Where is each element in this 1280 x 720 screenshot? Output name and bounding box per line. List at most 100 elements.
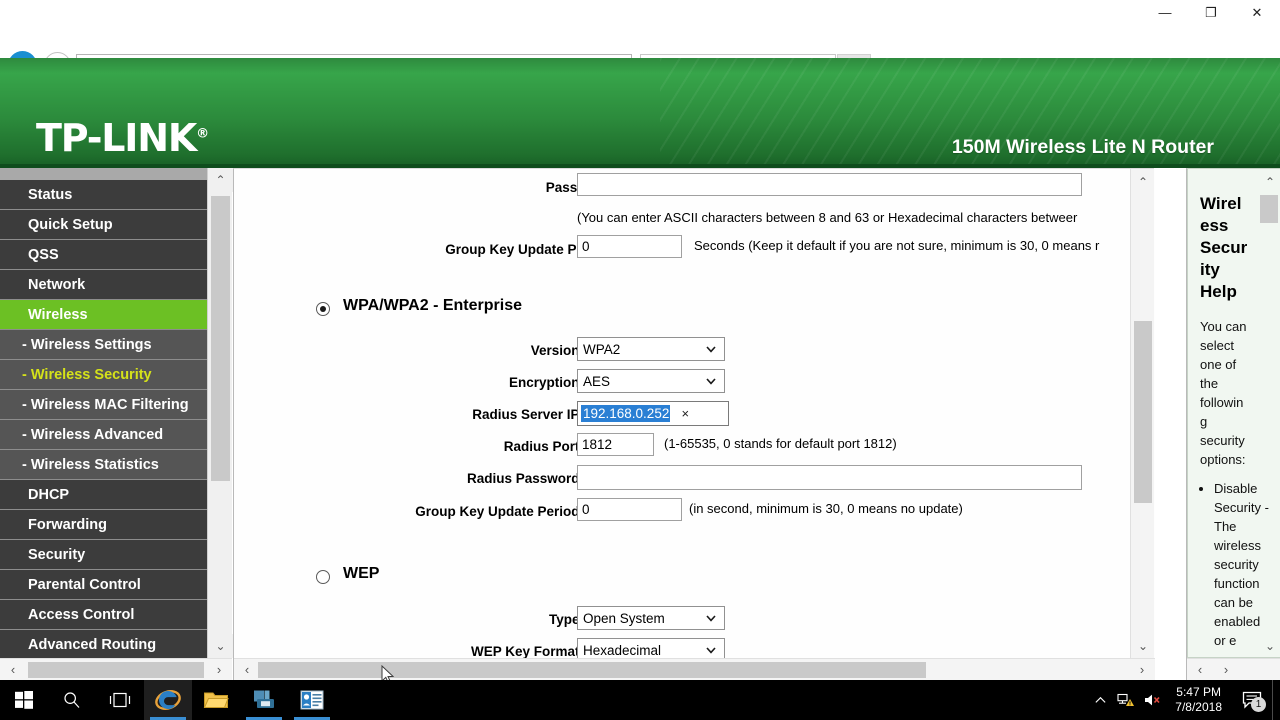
wep-type-select[interactable]: Open System [577, 606, 725, 630]
sidebar-item-qss[interactable]: QSS [0, 240, 207, 270]
task-view-button[interactable] [96, 680, 144, 720]
taskbar-internet-explorer[interactable] [144, 680, 192, 720]
group-key-update-period-enterprise-input[interactable]: 0 [577, 498, 682, 521]
sidebar-item-status[interactable]: Status [0, 180, 207, 210]
sidebar-vertical-scrollbar[interactable]: ⌃ ⌄ [207, 168, 233, 658]
taskbar-outlook-app[interactable] [288, 680, 336, 720]
task-view-icon [109, 692, 131, 708]
window-controls: — ❐ ✕ [1142, 0, 1280, 24]
sidebar-item-advanced-routing[interactable]: Advanced Routing [0, 630, 207, 658]
sidebar-item-wireless-advanced[interactable]: - Wireless Advanced [0, 420, 207, 450]
wep-key-format-select[interactable]: Hexadecimal [577, 638, 725, 659]
wep-type-select-value: Open System [583, 610, 665, 626]
group-key-update-period-psk-input[interactable]: 0 [577, 235, 682, 258]
clear-field-icon[interactable]: × [678, 406, 692, 421]
volume-icon[interactable] [1139, 680, 1165, 720]
sidebar-item-parental-control[interactable]: Parental Control [0, 570, 207, 600]
version-select[interactable]: WPA2 [577, 337, 725, 361]
chevron-down-icon [706, 647, 716, 654]
action-center-button[interactable]: 1 [1232, 680, 1272, 720]
encryption-select[interactable]: AES [577, 369, 725, 393]
sidebar-item-wireless-mac-filtering[interactable]: - Wireless MAC Filtering [0, 390, 207, 420]
sidebar-menu: Status Quick Setup QSS Network Wireless … [0, 168, 207, 658]
group-key-update-period-psk-label: Group Key Update Period: [445, 242, 614, 257]
content-hscrollbar-thumb[interactable] [258, 662, 926, 678]
content-panel: Password: (You can enter ASCII character… [233, 168, 1155, 680]
sidebar-item-dhcp[interactable]: DHCP [0, 480, 207, 510]
radius-port-hint: (1-65535, 0 stands for default port 1812… [664, 436, 897, 451]
chevron-up-icon [1095, 696, 1106, 703]
sidebar-item-wireless-security[interactable]: - Wireless Security [0, 360, 207, 390]
start-button[interactable] [0, 680, 48, 720]
content-horizontal-scrollbar[interactable]: ‹ › [234, 658, 1155, 680]
sidebar-hscrollbar-thumb[interactable] [28, 661, 204, 678]
sidebar-hscroll-left-icon[interactable]: ‹ [0, 662, 26, 677]
radius-server-ip-label: Radius Server IP: [472, 407, 584, 422]
sidebar-item-wireless[interactable]: Wireless [0, 300, 207, 330]
help-vertical-scrollbar[interactable]: ⌃ ⌄ [1258, 169, 1280, 657]
wep-radio[interactable] [316, 570, 330, 584]
tplink-logo-text: TP-LINK [36, 116, 197, 160]
tplink-header-banner: TP-LINK® 150M Wireless Lite N Router Mod… [0, 58, 1280, 168]
content-vertical-scrollbar[interactable]: ⌃ ⌄ [1130, 169, 1154, 659]
taskbar-search-button[interactable] [48, 680, 96, 720]
help-hscroll-left-icon[interactable]: ‹ [1187, 662, 1213, 677]
notification-count-badge: 1 [1251, 697, 1266, 712]
volume-muted-icon [1145, 694, 1160, 706]
taskbar-printer-app[interactable] [240, 680, 288, 720]
minimize-button[interactable]: — [1142, 0, 1188, 24]
taskbar-file-explorer[interactable] [192, 680, 240, 720]
help-scrollbar-thumb[interactable] [1260, 195, 1278, 223]
network-status-icon[interactable] [1113, 680, 1139, 720]
help-hscroll-right-icon[interactable]: › [1213, 662, 1239, 677]
sidebar-item-access-control[interactable]: Access Control [0, 600, 207, 630]
sidebar-horizontal-scrollbar[interactable]: ‹ › [0, 658, 232, 680]
wep-key-format-select-value: Hexadecimal [583, 642, 662, 658]
windows-taskbar: 5:47 PM 7/8/2018 1 [0, 680, 1280, 720]
internet-explorer-icon [155, 690, 181, 710]
product-name: 150M Wireless Lite N Router [951, 136, 1214, 158]
navigation-bar: http://192.168.0.250/ ▼ [0, 24, 1280, 80]
password-input[interactable] [577, 173, 1082, 196]
content-scrollbar-thumb[interactable] [1134, 321, 1152, 503]
radius-server-ip-input[interactable]: 192.168.0.252 × [577, 401, 729, 426]
sidebar-scroll-down-icon[interactable]: ⌄ [208, 634, 233, 658]
wireless-security-form: Password: (You can enter ASCII character… [234, 169, 1155, 659]
content-scroll-up-icon[interactable]: ⌃ [1131, 169, 1155, 195]
taskbar-clock[interactable]: 5:47 PM 7/8/2018 [1165, 685, 1232, 715]
sidebar-item-quick-setup[interactable]: Quick Setup [0, 210, 207, 240]
sidebar-hscroll-right-icon[interactable]: › [206, 662, 232, 677]
radius-server-ip-value: 192.168.0.252 [581, 405, 671, 422]
group-key-update-period-enterprise-hint: (in second, minimum is 30, 0 means no up… [689, 501, 963, 516]
help-horizontal-scrollbar[interactable]: ‹ › [1187, 658, 1280, 680]
sidebar-item-wireless-settings[interactable]: - Wireless Settings [0, 330, 207, 360]
sidebar-item-wireless-statistics[interactable]: - Wireless Statistics [0, 450, 207, 480]
sidebar-scroll-up-icon[interactable]: ⌃ [208, 168, 233, 192]
content-hscroll-right-icon[interactable]: › [1129, 662, 1155, 677]
show-hidden-icons-button[interactable] [1087, 680, 1113, 720]
content-scroll-down-icon[interactable]: ⌄ [1131, 633, 1155, 659]
clock-date: 7/8/2018 [1175, 700, 1222, 714]
sidebar-item-forwarding[interactable]: Forwarding [0, 510, 207, 540]
tplink-logo: TP-LINK® [36, 116, 209, 160]
help-scroll-up-icon[interactable]: ⌃ [1258, 169, 1280, 195]
show-desktop-button[interactable] [1272, 680, 1280, 720]
sidebar-item-security[interactable]: Security [0, 540, 207, 570]
group-key-update-period-enterprise-value: 0 [582, 502, 590, 517]
chevron-down-icon [706, 378, 716, 385]
page-viewport: TP-LINK® 150M Wireless Lite N Router Mod… [0, 58, 1280, 680]
radius-port-input[interactable]: 1812 [577, 433, 654, 456]
network-warning-icon [1117, 693, 1135, 706]
sidebar-top-spacer [0, 168, 207, 180]
wpa-enterprise-radio[interactable] [316, 302, 330, 316]
sidebar-scrollbar-thumb[interactable] [211, 196, 230, 481]
group-key-update-period-enterprise-label: Group Key Update Period: [415, 504, 584, 519]
close-button[interactable]: ✕ [1234, 0, 1280, 24]
search-icon [64, 692, 80, 708]
help-scroll-down-icon[interactable]: ⌄ [1258, 633, 1280, 657]
sidebar-item-network[interactable]: Network [0, 270, 207, 300]
encryption-select-value: AES [583, 373, 611, 389]
content-hscroll-left-icon[interactable]: ‹ [234, 662, 260, 677]
radius-password-input[interactable] [577, 465, 1082, 490]
maximize-button[interactable]: ❐ [1188, 0, 1234, 24]
